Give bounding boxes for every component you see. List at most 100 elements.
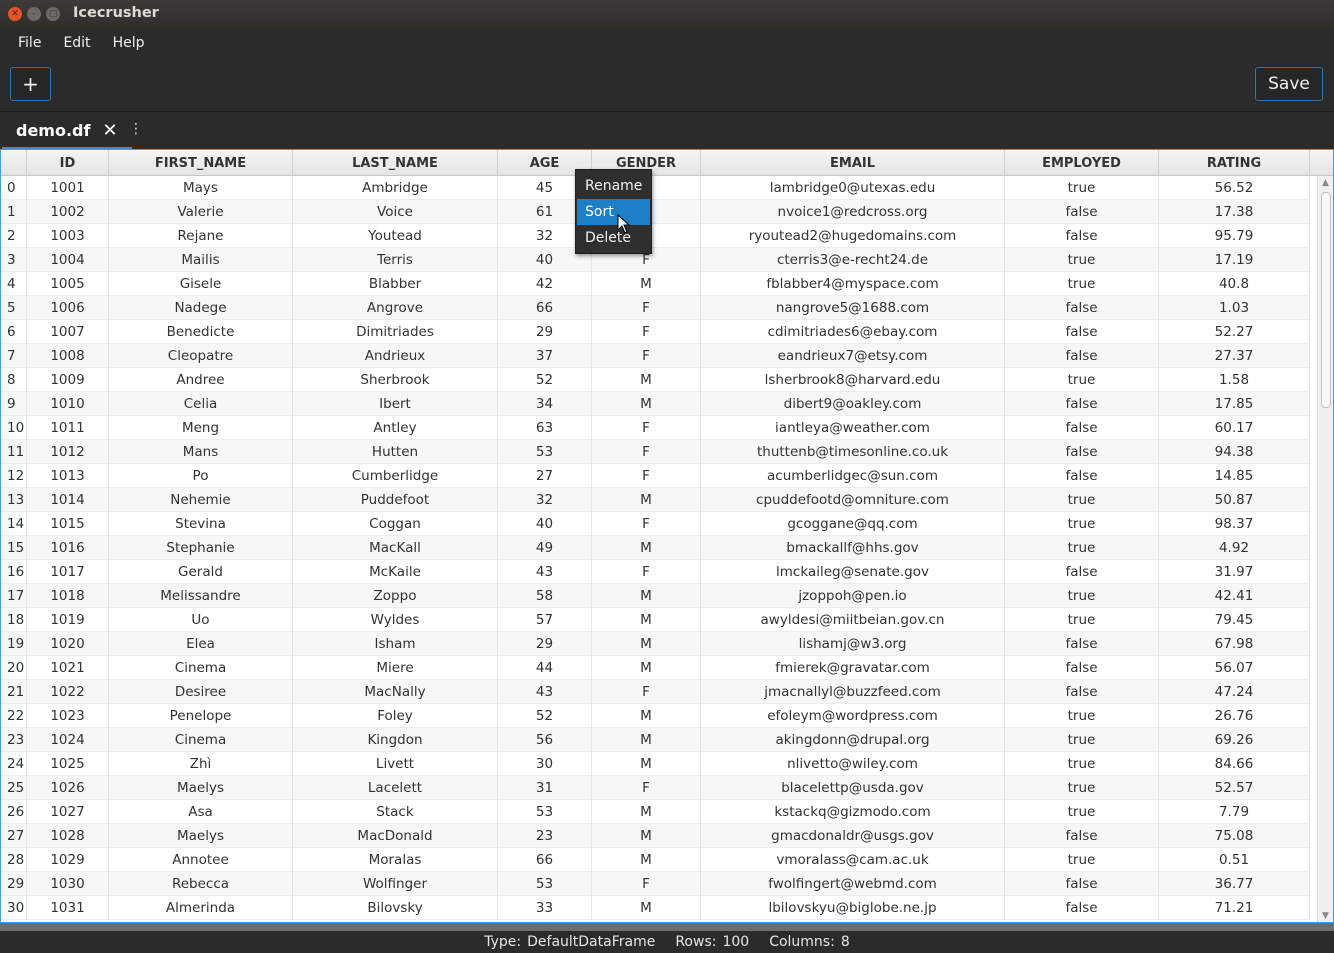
cell-id[interactable]: 1024	[27, 728, 109, 752]
table-row[interactable]: 21003RejaneYoutead32Fryoutead2@hugedomai…	[1, 224, 1310, 248]
cell-id[interactable]: 1026	[27, 776, 109, 800]
cell-gender[interactable]: M	[592, 728, 701, 752]
cell-age[interactable]: 66	[498, 848, 592, 872]
cell-id[interactable]: 1005	[27, 272, 109, 296]
menu-edit[interactable]: Edit	[41, 35, 90, 51]
cell-row-index[interactable]: 7	[1, 344, 27, 368]
cell-first-name[interactable]: Desiree	[109, 680, 293, 704]
table-row[interactable]: 01001MaysAmbridge45Mlambridge0@utexas.ed…	[1, 176, 1310, 200]
cell-row-index[interactable]: 30	[1, 896, 27, 920]
cell-id[interactable]: 1019	[27, 608, 109, 632]
cell-last-name[interactable]: MacNally	[293, 680, 498, 704]
cell-rating[interactable]: 60.17	[1159, 416, 1310, 440]
cell-row-index[interactable]: 20	[1, 656, 27, 680]
cell-first-name[interactable]: Elea	[109, 632, 293, 656]
cell-row-index[interactable]: 1	[1, 200, 27, 224]
cell-gender[interactable]: M	[592, 656, 701, 680]
cell-last-name[interactable]: Antley	[293, 416, 498, 440]
cell-age[interactable]: 29	[498, 632, 592, 656]
cell-employed[interactable]: false	[1005, 344, 1159, 368]
cell-id[interactable]: 1013	[27, 464, 109, 488]
cell-email[interactable]: lmckaileg@senate.gov	[701, 560, 1005, 584]
cell-first-name[interactable]: Melissandre	[109, 584, 293, 608]
cell-last-name[interactable]: Miere	[293, 656, 498, 680]
cell-age[interactable]: 57	[498, 608, 592, 632]
cell-rating[interactable]: 17.85	[1159, 392, 1310, 416]
cell-email[interactable]: cterris3@e-recht24.de	[701, 248, 1005, 272]
cell-row-index[interactable]: 6	[1, 320, 27, 344]
cell-employed[interactable]: true	[1005, 248, 1159, 272]
cell-last-name[interactable]: Foley	[293, 704, 498, 728]
cell-rating[interactable]: 31.97	[1159, 560, 1310, 584]
cell-employed[interactable]: true	[1005, 848, 1159, 872]
cell-last-name[interactable]: Cumberlidge	[293, 464, 498, 488]
cell-rating[interactable]: 14.85	[1159, 464, 1310, 488]
cell-gender[interactable]: M	[592, 704, 701, 728]
table-row[interactable]: 24 1025 Zhì Livett 30 Mnlivetto@wiley.com true…	[1, 752, 1310, 776]
cell-rating[interactable]: 71.21	[1159, 896, 1310, 920]
cell-last-name[interactable]: Puddefoot	[293, 488, 498, 512]
cell-id[interactable]: 1031	[27, 896, 109, 920]
cell-email[interactable]: lambridge0@utexas.edu	[701, 176, 1005, 200]
table-row[interactable]: 10 1011 Meng Antley 63 Fiantleya@weather.com f…	[1, 416, 1310, 440]
cell-gender[interactable]: F	[592, 296, 701, 320]
cell-email[interactable]: cdimitriades6@ebay.com	[701, 320, 1005, 344]
table-row[interactable]: 4 1005 Gisele Blabber 42 Mfblabber4@myspace.c…	[1, 272, 1310, 296]
cell-email[interactable]: lsherbrook8@harvard.edu	[701, 368, 1005, 392]
cell-row-index[interactable]: 17	[1, 584, 27, 608]
cell-id[interactable]: 1001	[27, 176, 109, 200]
cell-email[interactable]: gcoggane@qq.com	[701, 512, 1005, 536]
cell-rating[interactable]: 26.76	[1159, 704, 1310, 728]
table-row[interactable]: 28 1029 Annotee Moralas 66 Mvmoralass@cam.ac.…	[1, 848, 1310, 872]
cell-last-name[interactable]: Angrove	[293, 296, 498, 320]
cell-age[interactable]: 63	[498, 416, 592, 440]
cell-email[interactable]: nangrove5@1688.com	[701, 296, 1005, 320]
cell-rating[interactable]: 47.24	[1159, 680, 1310, 704]
cell-first-name[interactable]: Nadege	[109, 296, 293, 320]
cell-rating[interactable]: 42.41	[1159, 584, 1310, 608]
table-row[interactable]: 27 1028 Maelys MacDonald 23 Mgmacdonaldr@usgs…	[1, 824, 1310, 848]
cell-employed[interactable]: false	[1005, 416, 1159, 440]
cell-age[interactable]: 30	[498, 752, 592, 776]
cell-age[interactable]: 56	[498, 728, 592, 752]
cell-gender[interactable]: M	[592, 632, 701, 656]
scroll-thumb[interactable]	[1321, 192, 1331, 408]
column-header-last-name[interactable]: LAST_NAME	[293, 150, 498, 176]
cell-row-index[interactable]: 25	[1, 776, 27, 800]
cell-row-index[interactable]: 10	[1, 416, 27, 440]
cell-rating[interactable]: 56.07	[1159, 656, 1310, 680]
scroll-up-icon[interactable]: ▲	[1322, 178, 1329, 188]
cell-first-name[interactable]: Mans	[109, 440, 293, 464]
cell-rating[interactable]: 69.26	[1159, 728, 1310, 752]
cell-gender[interactable]: M	[592, 800, 701, 824]
context-menu-delete[interactable]: Delete	[577, 225, 650, 251]
cell-age[interactable]: 52	[498, 704, 592, 728]
menu-help[interactable]: Help	[91, 35, 145, 51]
cell-id[interactable]: 1030	[27, 872, 109, 896]
cell-employed[interactable]: false	[1005, 464, 1159, 488]
table-row[interactable]: 8 1009 Andree Sherbrook 52 Mlsherbrook8@harva…	[1, 368, 1310, 392]
table-row[interactable]: 21 1022 Desiree MacNally 43 Fjmacnallyl@buzzf…	[1, 680, 1310, 704]
cell-first-name[interactable]: Rebecca	[109, 872, 293, 896]
cell-first-name[interactable]: Celia	[109, 392, 293, 416]
cell-id[interactable]: 1022	[27, 680, 109, 704]
cell-email[interactable]: bmackallf@hhs.gov	[701, 536, 1005, 560]
cell-rating[interactable]: 17.19	[1159, 248, 1310, 272]
column-header-email[interactable]: EMAIL	[701, 150, 1005, 176]
cell-id[interactable]: 1003	[27, 224, 109, 248]
cell-email[interactable]: efoleym@wordpress.com	[701, 704, 1005, 728]
cell-employed[interactable]: false	[1005, 896, 1159, 920]
table-row[interactable]: 9 1010 Celia Ibert 34 Mdibert9@oakley.com fals…	[1, 392, 1310, 416]
table-row[interactable]: 6 1007 Benedicte Dimitriades 29 Fcdimitriades…	[1, 320, 1310, 344]
cell-id[interactable]: 1012	[27, 440, 109, 464]
cell-row-index[interactable]: 13	[1, 488, 27, 512]
cell-first-name[interactable]: Gerald	[109, 560, 293, 584]
cell-age[interactable]: 43	[498, 560, 592, 584]
cell-rating[interactable]: 52.57	[1159, 776, 1310, 800]
cell-gender[interactable]: M	[592, 896, 701, 920]
cell-rating[interactable]: 0.51	[1159, 848, 1310, 872]
table-row[interactable]: 11002ValerieVoice61Fnvoice1@redcross.org…	[1, 200, 1310, 224]
cell-rating[interactable]: 1.58	[1159, 368, 1310, 392]
cell-email[interactable]: eandrieux7@etsy.com	[701, 344, 1005, 368]
cell-employed[interactable]: false	[1005, 440, 1159, 464]
